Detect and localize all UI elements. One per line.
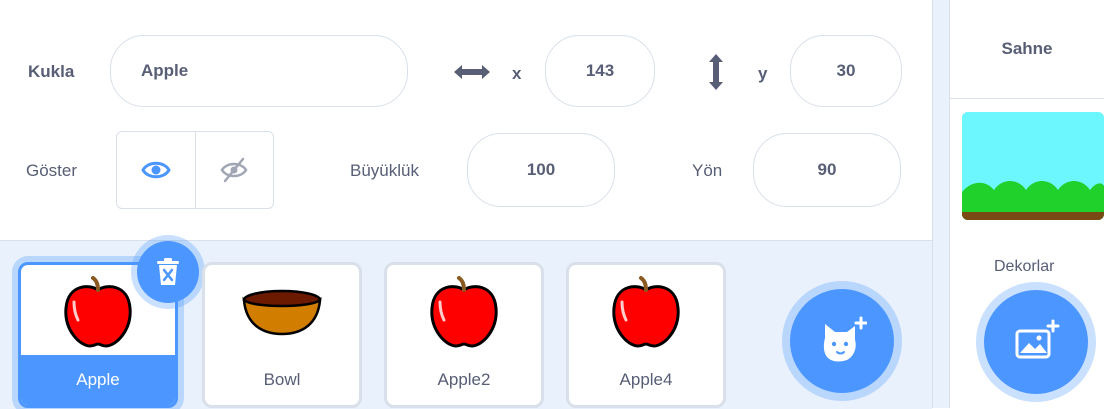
sprite-tile-name: Apple2 xyxy=(437,370,491,389)
sprite-info-panel: Kukla Apple x 143 y 30 Göster Büyüklük 1… xyxy=(0,0,932,240)
eye-icon xyxy=(141,161,171,179)
sprite-tile-apple2[interactable]: Apple2 xyxy=(384,262,544,408)
delete-sprite-button[interactable] xyxy=(137,241,199,303)
sprite-tile-bowl[interactable]: Bowl xyxy=(202,262,362,408)
stage-title: Sahne xyxy=(950,0,1104,99)
apple-icon xyxy=(430,276,498,348)
stage-thumbnail[interactable] xyxy=(962,112,1104,220)
x-label: x xyxy=(512,64,522,83)
add-sprite-button[interactable] xyxy=(790,289,894,393)
sprite-name-input[interactable]: Apple xyxy=(110,35,408,107)
x-value: 143 xyxy=(585,61,615,80)
apple-icon xyxy=(64,276,132,348)
horizontal-arrows-icon xyxy=(454,65,490,79)
sprite-thumbnail xyxy=(205,265,359,361)
direction-value: 90 xyxy=(817,160,837,179)
sprite-tile-apple4[interactable]: Apple4 xyxy=(566,262,726,408)
size-input[interactable]: 100 xyxy=(467,133,615,207)
backdrops-label: Dekorlar xyxy=(994,258,1055,275)
bowl-icon xyxy=(242,289,322,336)
eye-slash-icon xyxy=(220,157,248,183)
show-sprite-button[interactable] xyxy=(117,132,195,208)
backdrop-preview xyxy=(962,112,1104,220)
cat-plus-icon xyxy=(823,316,867,362)
sprite-name-value: Apple xyxy=(141,61,189,80)
visibility-toggle xyxy=(116,131,274,209)
y-label: y xyxy=(758,64,768,83)
apple-icon xyxy=(612,276,680,348)
y-value: 30 xyxy=(836,61,856,80)
sprite-tile-name: Bowl xyxy=(263,370,301,389)
size-label: Büyüklük xyxy=(350,161,419,180)
sprite-thumbnail xyxy=(387,265,541,361)
stage-pane: Sahne Dekorlar xyxy=(950,0,1104,408)
image-plus-icon xyxy=(1015,319,1060,359)
x-input[interactable]: 143 xyxy=(545,35,655,107)
sprite-thumbnail xyxy=(569,265,723,361)
sprite-tile-name: Apple4 xyxy=(619,370,673,389)
sprite-tile-name: Apple xyxy=(21,355,175,405)
trash-icon xyxy=(157,258,179,285)
pane-divider xyxy=(932,0,950,408)
vertical-arrows-icon xyxy=(709,54,723,90)
y-input[interactable]: 30 xyxy=(790,35,902,107)
hide-sprite-button[interactable] xyxy=(194,132,274,208)
size-value: 100 xyxy=(526,160,556,179)
add-backdrop-button[interactable] xyxy=(984,290,1088,394)
direction-label: Yön xyxy=(692,161,723,180)
show-label: Göster xyxy=(26,161,78,180)
sprite-name-label: Kukla xyxy=(28,62,75,81)
direction-input[interactable]: 90 xyxy=(753,133,901,207)
